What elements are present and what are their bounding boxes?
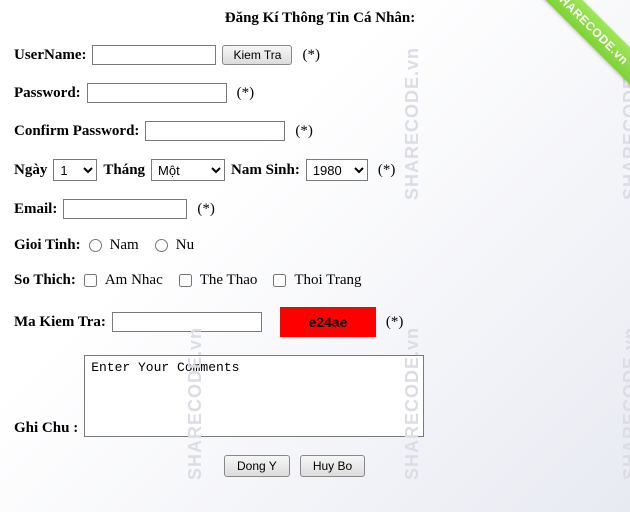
dob-month-label: Tháng bbox=[103, 162, 145, 179]
dob-year-label: Nam Sinh: bbox=[231, 162, 300, 179]
dob-year-select[interactable]: 1980 bbox=[306, 159, 368, 181]
cancel-button[interactable]: Huy Bo bbox=[300, 455, 365, 477]
email-input[interactable] bbox=[63, 199, 187, 219]
username-label: UserName: bbox=[14, 47, 86, 64]
required-marker: (*) bbox=[237, 85, 255, 102]
row-username: UserName: Kiem Tra (*) bbox=[14, 45, 626, 65]
required-marker: (*) bbox=[295, 123, 313, 140]
row-captcha: Ma Kiem Tra: e24ae (*) bbox=[14, 307, 626, 337]
dob-day-label: Ngày bbox=[14, 162, 47, 179]
gender-male-label: Nam bbox=[110, 237, 139, 254]
hobby-fashion-label: Thoi Trang bbox=[294, 272, 361, 289]
row-password: Password: (*) bbox=[14, 83, 626, 103]
required-marker: (*) bbox=[197, 201, 215, 218]
registration-form: Đăng Kí Thông Tin Cá Nhân: UserName: Kie… bbox=[0, 0, 630, 477]
required-marker: (*) bbox=[386, 314, 404, 331]
check-username-button[interactable]: Kiem Tra bbox=[222, 45, 292, 65]
gender-male-radio[interactable] bbox=[89, 239, 102, 252]
gender-label: Gioi Tinh: bbox=[14, 237, 81, 254]
row-buttons: Dong Y Huy Bo bbox=[224, 455, 626, 477]
captcha-label: Ma Kiem Tra: bbox=[14, 314, 106, 331]
row-comments: Ghi Chu : Enter Your Comments bbox=[14, 355, 626, 437]
submit-button[interactable]: Dong Y bbox=[224, 455, 290, 477]
required-marker: (*) bbox=[302, 47, 320, 64]
required-marker: (*) bbox=[378, 162, 396, 179]
captcha-input[interactable] bbox=[112, 312, 262, 332]
gender-female-radio[interactable] bbox=[155, 239, 168, 252]
captcha-image: e24ae bbox=[280, 307, 376, 337]
comments-label: Ghi Chu : bbox=[14, 420, 78, 437]
hobby-music-label: Am Nhac bbox=[105, 272, 163, 289]
hobby-music-checkbox[interactable] bbox=[84, 274, 97, 287]
page-title: Đăng Kí Thông Tin Cá Nhân: bbox=[14, 10, 626, 27]
row-gender: Gioi Tinh: Nam Nu bbox=[14, 237, 626, 254]
hobby-fashion-checkbox[interactable] bbox=[273, 274, 286, 287]
dob-month-select[interactable]: Một bbox=[151, 159, 225, 181]
comments-textarea[interactable]: Enter Your Comments bbox=[84, 355, 424, 437]
confirm-password-label: Confirm Password: bbox=[14, 123, 139, 140]
username-input[interactable] bbox=[92, 45, 216, 65]
row-email: Email: (*) bbox=[14, 199, 626, 219]
email-label: Email: bbox=[14, 201, 57, 218]
hobbies-label: So Thich: bbox=[14, 272, 76, 289]
row-confirm-password: Confirm Password: (*) bbox=[14, 121, 626, 141]
confirm-password-input[interactable] bbox=[145, 121, 285, 141]
password-input[interactable] bbox=[87, 83, 227, 103]
dob-day-select[interactable]: 1 bbox=[53, 159, 97, 181]
row-dob: Ngày 1 Tháng Một Nam Sinh: 1980 (*) bbox=[14, 159, 626, 181]
hobby-sport-label: The Thao bbox=[200, 272, 258, 289]
gender-female-label: Nu bbox=[176, 237, 194, 254]
password-label: Password: bbox=[14, 85, 81, 102]
row-hobbies: So Thich: Am Nhac The Thao Thoi Trang bbox=[14, 272, 626, 289]
hobby-sport-checkbox[interactable] bbox=[179, 274, 192, 287]
